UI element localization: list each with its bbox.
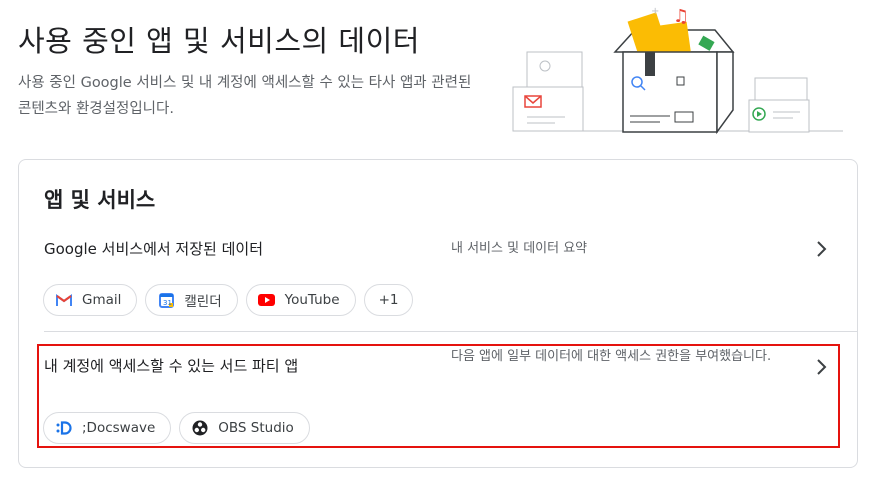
calendar-icon: 31 [157, 291, 175, 309]
svg-text:31: 31 [163, 299, 172, 307]
chip-label: +1 [378, 292, 399, 308]
page-title: 사용 중인 앱 및 서비스의 데이터 [18, 24, 420, 58]
third-party-apps-description: 다음 앱에 일부 데이터에 대한 액세스 권한을 부여했습니다. [451, 349, 772, 364]
card-title: 앱 및 서비스 [44, 188, 156, 212]
svg-text:♫: ♫ [673, 6, 689, 27]
obs-icon [191, 419, 209, 437]
google-services-chips: Gmail 31 캘린더 YouTube +1 [43, 284, 414, 316]
chip-gmail[interactable]: Gmail [43, 284, 138, 316]
chip-calendar[interactable]: 31 캘린더 [145, 284, 238, 316]
google-services-label: Google 서비스에서 저장된 데이터 [44, 240, 264, 258]
data-box-illustration: ♫ + [512, 6, 843, 135]
third-party-chips: ;Docswave OBS Studio [43, 412, 310, 444]
apps-and-services-card: 앱 및 서비스 Google 서비스에서 저장된 데이터 내 서비스 및 데이터… [18, 159, 858, 468]
docswave-icon [55, 419, 73, 437]
chip-more[interactable]: +1 [363, 284, 414, 316]
chip-label: OBS Studio [218, 420, 294, 436]
svg-text:+: + [651, 6, 659, 17]
chip-obs-studio[interactable]: OBS Studio [179, 412, 310, 444]
youtube-icon [258, 291, 276, 309]
chip-label: Gmail [82, 292, 122, 308]
page-description: 사용 중인 Google 서비스 및 내 계정에 액세스할 수 있는 타사 앱과… [18, 75, 472, 117]
chip-youtube[interactable]: YouTube [245, 284, 356, 316]
google-services-row[interactable]: Google 서비스에서 저장된 데이터 내 서비스 및 데이터 요약 Gmai… [19, 224, 857, 330]
chip-label: ;Docswave [82, 420, 156, 436]
gmail-icon [55, 291, 73, 309]
third-party-apps-label: 내 계정에 액세스할 수 있는 서드 파티 앱 [44, 357, 299, 375]
chevron-right-icon[interactable] [811, 357, 831, 377]
chip-docswave[interactable]: ;Docswave [43, 412, 172, 444]
chip-label: 캘린더 [184, 294, 222, 310]
google-services-description: 내 서비스 및 데이터 요약 [451, 241, 588, 256]
chevron-right-icon[interactable] [811, 239, 831, 259]
third-party-apps-row[interactable]: 내 계정에 액세스할 수 있는 서드 파티 앱 다음 앱에 일부 데이터에 대한… [19, 332, 857, 450]
chip-label: YouTube [284, 292, 340, 308]
